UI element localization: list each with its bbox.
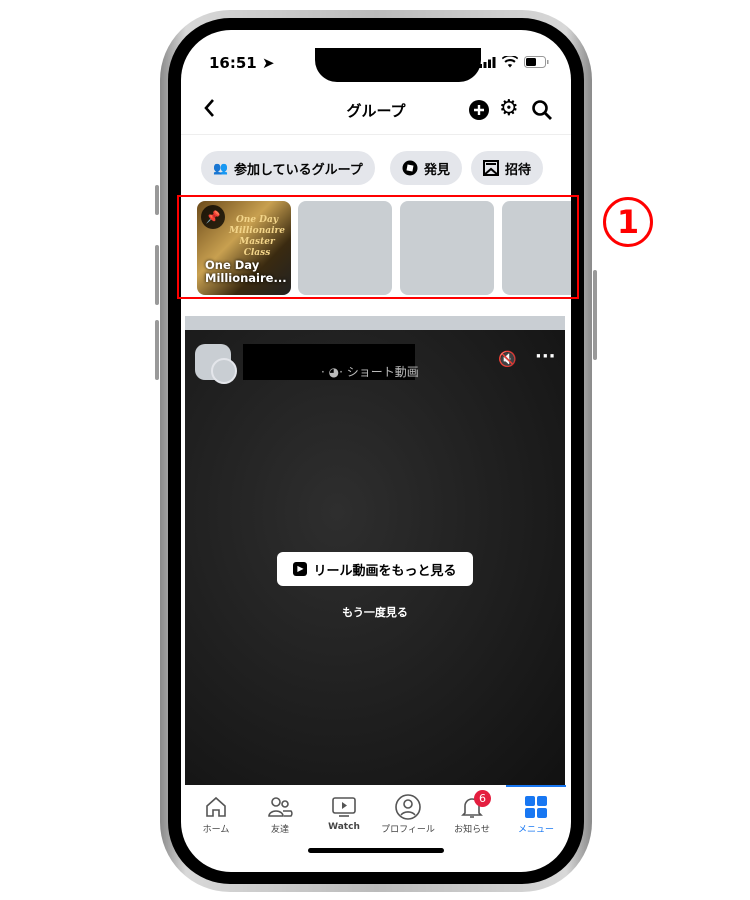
location-icon: ➤ [261,54,275,72]
settings-button[interactable]: ⚙ [499,98,519,120]
header-divider [181,134,571,135]
feed-divider [185,316,565,330]
notification-badge: 6 [474,790,491,807]
reels-icon: ▶ [293,562,308,576]
power-button [593,270,597,360]
status-icons [479,56,549,68]
chip-discover[interactable]: 発見 [390,151,463,185]
reel-video[interactable]: · ◕· ショート動画 🔇 ··· ▶ リール動画をもっと見る もう一度見る [185,330,565,785]
annotation-highlight-box [177,195,579,299]
button-label: リール動画をもっと見る [313,563,457,579]
notch [315,48,481,82]
search-button[interactable] [531,99,553,125]
phone-frame: 16:51 ➤ グループ ⚙ 👥 参加しているグループ 発見 招待 One Day… [160,10,592,892]
tab-notifications[interactable]: 6 お知らせ [440,790,504,835]
screen: 16:51 ➤ グループ ⚙ 👥 参加しているグループ 発見 招待 One Day… [181,30,571,872]
user-avatar [211,358,237,384]
create-button[interactable] [468,99,490,125]
globe-icon: ◕ [328,365,340,379]
home-indicator [308,848,444,853]
tab-watch[interactable]: Watch [312,792,376,832]
more-icon: ··· [535,346,556,367]
watch-icon [332,797,356,817]
chip-label: 招待 [505,162,532,178]
volume-up-button [155,245,159,305]
volume-down-button [155,320,159,380]
tab-home[interactable]: ホーム [184,792,248,835]
signal-icon [479,56,496,68]
menu-grid-icon [525,796,547,818]
silent-switch [155,185,159,215]
speaker-muted-icon: 🔇 [498,350,517,368]
more-button[interactable]: ··· [535,346,556,367]
plus-circle-icon [469,100,489,120]
chip-label: 発見 [424,162,451,178]
tab-menu[interactable]: メニュー [504,792,568,835]
tab-profile[interactable]: プロフィール [376,792,440,835]
home-icon [206,796,226,817]
envelope-icon [483,160,499,176]
battery-icon [524,56,549,68]
replay-button[interactable]: もう一度見る [185,604,565,620]
profile-icon [395,794,421,820]
friends-icon [268,797,293,817]
wifi-icon [502,56,518,68]
mute-button[interactable]: 🔇 [498,350,517,368]
chip-label: 参加しているグループ [233,162,363,178]
chip-invites[interactable]: 招待 [471,151,544,185]
tab-friends[interactable]: 友達 [248,792,312,835]
more-reels-button[interactable]: ▶ リール動画をもっと見る [277,552,473,586]
compass-icon [402,160,418,176]
post-meta: · ◕· ショート動画 [321,365,419,379]
search-icon [532,100,552,120]
annotation-number: 1 [603,197,653,247]
active-tab-indicator [506,785,566,787]
gear-icon: ⚙ [499,96,519,121]
people-icon: 👥 [213,161,228,175]
chip-joined-groups[interactable]: 👥 参加しているグループ [201,151,375,185]
status-time: 16:51 ➤ [209,54,275,72]
